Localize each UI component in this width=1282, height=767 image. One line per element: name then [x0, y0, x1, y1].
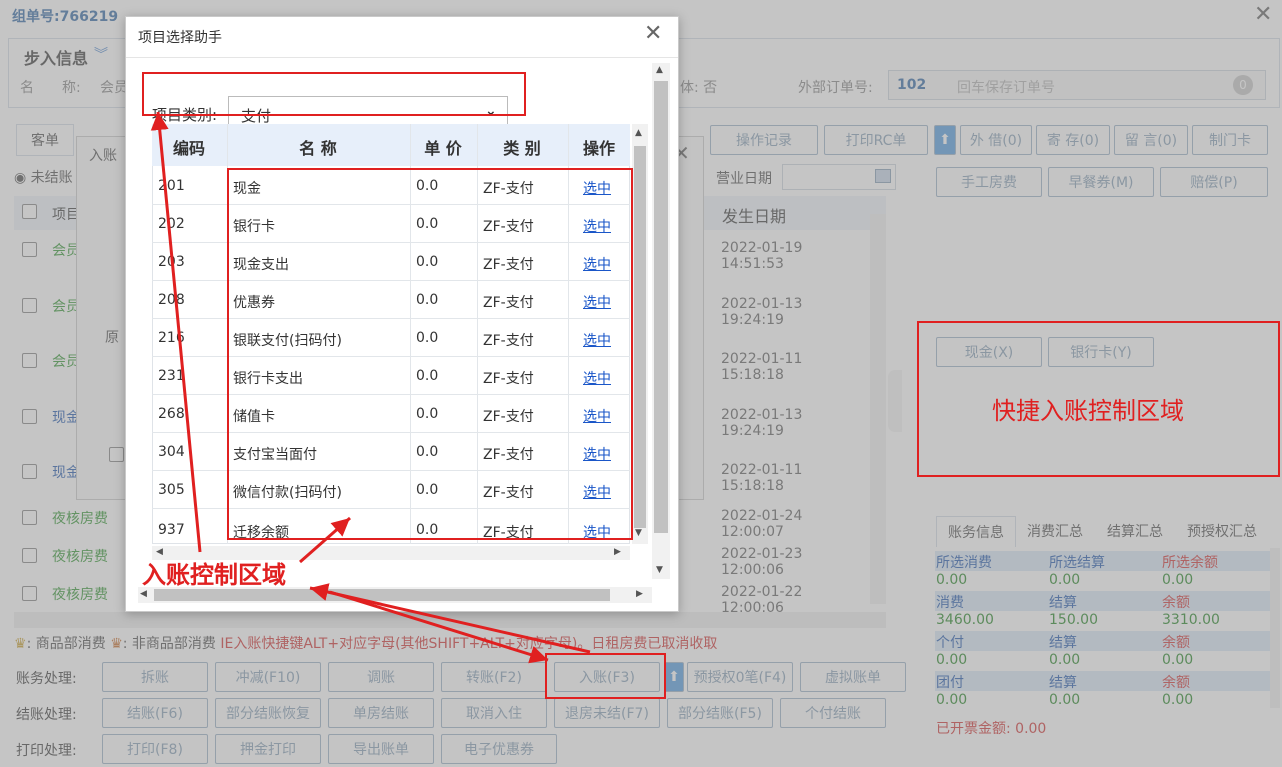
arrow-to-names: [299, 516, 351, 564]
arrow-to-post-button: [329, 590, 549, 664]
annotation-arrows: [150, 111, 591, 664]
arrow-to-category: [150, 111, 202, 553]
